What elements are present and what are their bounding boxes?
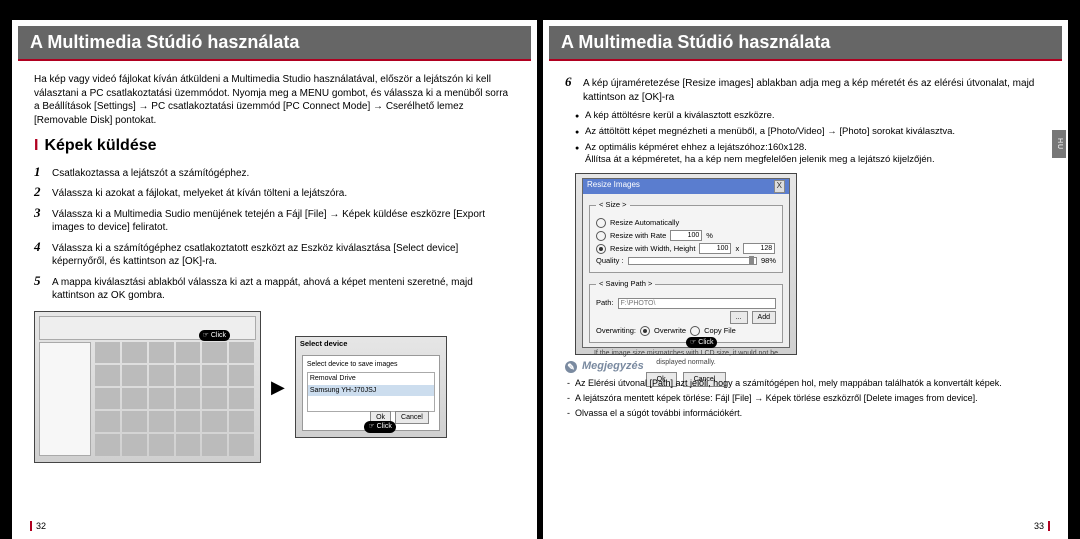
radio-auto[interactable]	[596, 218, 606, 228]
step-number: 6	[565, 73, 577, 91]
click-badge: Click	[686, 337, 717, 348]
rate-input[interactable]: 100	[670, 230, 702, 241]
opt-wh-label: Resize with Width, Height	[610, 244, 695, 254]
dialog-title-text: Resize Images	[587, 180, 640, 193]
size-group: < Size > Resize Automatically Resize wit…	[589, 200, 783, 273]
step-number: 4	[34, 238, 46, 256]
opt-rate-label: Resize with Rate	[610, 231, 666, 241]
width-input[interactable]: 100	[699, 243, 731, 254]
step-text: Válassza ki a számítógéphez csatlakoztat…	[52, 242, 515, 269]
notes-list: Az Elérési útvonal [Path] azt jelöli, ho…	[567, 377, 1046, 419]
cancel-button[interactable]: Cancel	[395, 411, 429, 424]
dialog-caption: Select device to save images	[307, 360, 435, 369]
browse-button[interactable]: ...	[730, 311, 748, 324]
page-number-left: 32	[30, 521, 46, 531]
add-button[interactable]: Add	[752, 311, 776, 324]
figure-select-device-dialog: Select device Select device to save imag…	[295, 336, 447, 438]
overwrite-option: Overwrite	[654, 326, 686, 336]
radio-copy[interactable]	[690, 326, 700, 336]
path-group: < Saving Path > Path: F:\PHOTO\ ... Add Ov…	[589, 279, 783, 342]
step-text: Válassza ki azokat a fájlokat, melyeket …	[52, 187, 347, 201]
page-number-right: 33	[1034, 521, 1050, 531]
note-item: Olvassa el a súgót további információkér…	[567, 407, 1046, 419]
dialog-title: Select device	[300, 339, 348, 349]
step-item: 3 Válassza ki a Multimedia Sudio menüjéne…	[34, 204, 515, 235]
section-heading-text: Képek küldése	[44, 135, 156, 157]
step-item: 4 Válassza ki a számítógéphez csatlakozta…	[34, 238, 515, 269]
bullet-item: A kép áttöltésre kerül a kiválasztott es…	[575, 110, 1046, 123]
size-legend: < Size >	[596, 200, 630, 210]
radio-overwrite[interactable]	[640, 326, 650, 336]
close-icon[interactable]: X	[774, 180, 785, 193]
step-number: 2	[34, 183, 46, 201]
page-left: A Multimedia Stúdió használata Ha kép va…	[12, 20, 537, 539]
note-icon: ✎	[565, 361, 577, 373]
page-title-left: A Multimedia Stúdió használata	[18, 26, 531, 61]
rate-unit: %	[706, 231, 713, 241]
step-text: A mappa kiválasztási ablakból válassza k…	[52, 276, 515, 303]
figure-app-window: Click	[34, 311, 261, 463]
arrow-right-icon: ▶	[271, 375, 285, 399]
path-label: Path:	[596, 298, 614, 308]
bullet-list: A kép áttöltésre kerül a kiválasztott es…	[575, 110, 1046, 167]
dialog-body: Select device to save images Removal Dri…	[302, 355, 440, 431]
height-input[interactable]: 128	[743, 243, 775, 254]
page-body-left: Ha kép vagy videó fájlokat kíván átkülde…	[12, 61, 537, 539]
overwrite-label: Overwriting:	[596, 326, 636, 336]
step-text: Csatlakoztassa a lejátszót a számítógéph…	[52, 167, 249, 181]
radio-rate[interactable]	[596, 231, 606, 241]
dialog-message: If the image size mismatches with LCD si…	[589, 349, 783, 368]
figure-resize-dialog: Resize Images X < Size > Resize Automati…	[575, 173, 797, 355]
device-option: Removal Drive	[308, 373, 434, 384]
dialog-frame: Resize Images X < Size > Resize Automati…	[582, 178, 790, 348]
note-item: A lejátszóra mentett képek törlése: Fájl…	[567, 392, 1046, 404]
step-number: 1	[34, 163, 46, 181]
path-input[interactable]: F:\PHOTO\	[618, 298, 776, 309]
section-marker-icon: I	[34, 135, 38, 157]
language-tab: HU	[1052, 130, 1066, 158]
note-item: Az Elérési útvonal [Path] azt jelöli, ho…	[567, 377, 1046, 389]
quality-slider[interactable]	[628, 257, 757, 265]
copy-option: Copy File	[704, 326, 736, 336]
page-body-right: 6 A kép újraméretezése [Resize images] a…	[543, 61, 1068, 539]
quality-value: 98%	[761, 256, 776, 266]
intro-text: Ha kép vagy videó fájlokat kíván átkülde…	[34, 73, 515, 127]
click-badge: Click	[199, 330, 230, 341]
dialog-titlebar: Resize Images X	[583, 179, 789, 194]
steps-list-right: 6 A kép újraméretezése [Resize images] a…	[565, 73, 1046, 104]
path-legend: < Saving Path >	[596, 279, 655, 289]
device-option-selected: Samsung YH-J70JSJ	[308, 385, 434, 396]
step-item: 5 A mappa kiválasztási ablakból válassza …	[34, 272, 515, 303]
step-text: Válassza ki a Multimedia Sudio menüjének…	[52, 208, 515, 235]
opt-auto-label: Resize Automatically	[610, 218, 679, 228]
page-title-right: A Multimedia Stúdió használata	[549, 26, 1062, 61]
figure-thumb-grid	[95, 342, 254, 456]
figure-row: Click ▶ Select device Select device to s…	[34, 311, 515, 463]
radio-wh[interactable]	[596, 244, 606, 254]
step-item: 2 Válassza ki azokat a fájlokat, melyeket…	[34, 183, 515, 201]
step-number: 3	[34, 204, 46, 222]
page-right: A Multimedia Stúdió használata HU 6 A ké…	[543, 20, 1068, 539]
step-number: 5	[34, 272, 46, 290]
section-heading: I Képek küldése	[34, 135, 515, 157]
steps-list: 1 Csatlakoztassa a lejátszót a számítógép…	[34, 163, 515, 303]
figure-sidebar	[39, 342, 91, 456]
page-spread: A Multimedia Stúdió használata Ha kép va…	[0, 0, 1080, 539]
step-text: A kép újraméretezése [Resize images] abl…	[583, 77, 1046, 104]
quality-label: Quality :	[596, 256, 624, 266]
bullet-item: Az optimális képméret ehhez a lejátszóho…	[575, 142, 1046, 168]
step-item: 6 A kép újraméretezése [Resize images] a…	[565, 73, 1046, 104]
step-item: 1 Csatlakoztassa a lejátszót a számítógép…	[34, 163, 515, 181]
bullet-item: Az áttöltött képet megnézheti a menüből,…	[575, 126, 1046, 139]
click-badge: Click	[364, 421, 395, 432]
